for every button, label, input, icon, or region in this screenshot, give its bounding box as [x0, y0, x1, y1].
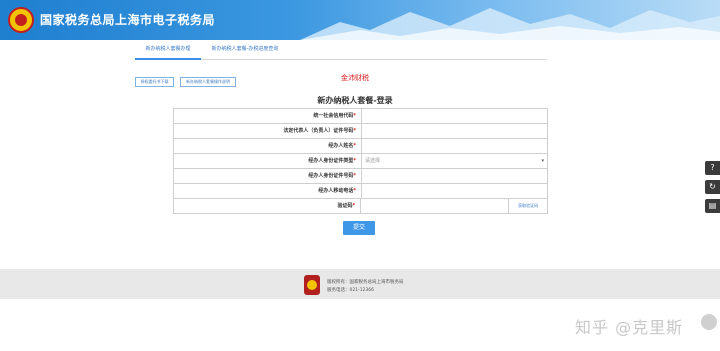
mountain-banner-image [300, 8, 720, 40]
captcha-input[interactable] [361, 199, 510, 213]
form-row-id-number: 经办人身份证件号码* [174, 169, 548, 184]
form-title: 新办纳税人套餐-登录 [317, 96, 393, 105]
id-number-input[interactable] [362, 169, 548, 183]
field-label: 经办人身份证件类型* [174, 154, 362, 168]
form-row-captcha: 验证码* 获取验证码 [174, 199, 548, 214]
id-type-select[interactable]: 请选择 [362, 154, 548, 168]
field-label: 法定代表人（负责人）证件号码* [174, 124, 362, 138]
field-label: 经办人移动电话* [174, 184, 362, 198]
form-row-id-type: 经办人身份证件类型* 请选择 [174, 154, 548, 169]
refresh-icon[interactable]: ↻ [705, 180, 720, 194]
field-label: 经办人身份证件号码* [174, 169, 362, 183]
header-banner: 国家税务总局上海市电子税务局 [0, 0, 720, 40]
tab-progress-query[interactable]: 新办纳税人套餐-办税进度查询 [205, 40, 285, 60]
field-label: 经办人姓名* [174, 139, 362, 153]
footer-copyright: 版权所有：国家税务总局上海市税务局 [327, 280, 404, 285]
form-row-credit-code: 统一社会信用代码* [174, 109, 548, 124]
legal-rep-id-input[interactable] [362, 124, 548, 138]
help-icon[interactable]: ? [705, 161, 720, 175]
tab-bar: 新办纳税人套餐办理 新办纳税人套餐-办税进度查询 [135, 40, 547, 60]
zhihu-watermark: 知乎 @克里斯 [575, 318, 684, 337]
mobile-input[interactable] [362, 184, 548, 198]
footer-phone: 服务电话：021-12366 [327, 288, 375, 293]
tax-emblem-logo [8, 7, 34, 33]
footer-tax-emblem-logo [304, 275, 320, 295]
form-row-legal-rep-id: 法定代表人（负责人）证件号码* [174, 124, 548, 139]
submit-button[interactable]: 提交 [343, 221, 375, 235]
tab-new-taxpayer-package[interactable]: 新办纳税人套餐办理 [135, 40, 201, 60]
operation-guide-button[interactable]: 新办纳税人套餐操作说明 [180, 77, 236, 87]
get-captcha-button[interactable]: 获取验证码 [509, 199, 548, 213]
field-label: 统一社会信用代码* [174, 109, 362, 123]
form-row-agent-name: 经办人姓名* [174, 139, 548, 154]
manual-icon[interactable]: ▤ [705, 199, 720, 213]
field-label: 验证码* [174, 199, 362, 213]
download-authorization-button[interactable]: 授权委托书下载 [135, 77, 174, 87]
watermark-avatar-icon [701, 314, 717, 330]
credit-code-input[interactable] [362, 109, 548, 123]
form-row-mobile: 经办人移动电话* [174, 184, 548, 199]
login-form: 统一社会信用代码* 法定代表人（负责人）证件号码* 经办人姓名* 经办人身份证件… [173, 108, 548, 214]
company-name: 金沛财税 [341, 74, 369, 82]
site-title: 国家税务总局上海市电子税务局 [40, 13, 216, 27]
agent-name-input[interactable] [362, 139, 548, 153]
